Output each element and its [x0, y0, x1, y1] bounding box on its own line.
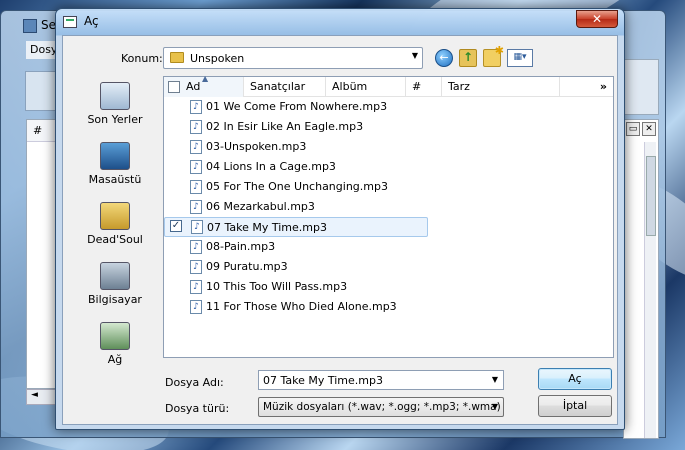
file-name: 01 We Come From Nowhere.mp3 — [206, 100, 388, 113]
file-type-value: Müzik dosyaları (*.wav; *.ogg; *.mp3; *.… — [263, 401, 501, 413]
chevron-down-icon[interactable]: ▼ — [492, 375, 498, 384]
file-name: 09 Puratu.mp3 — [206, 260, 288, 273]
music-file-icon: ♪ — [190, 200, 202, 214]
background-window-title: Se — [41, 18, 56, 32]
place-desktop[interactable]: Masaüstü — [71, 138, 159, 194]
more-columns-chevron-icon[interactable]: » — [560, 77, 613, 97]
computer-icon — [100, 262, 130, 290]
chevron-down-icon[interactable]: ▼ — [412, 51, 418, 60]
list-item[interactable]: ♪ 05 For The One Unchanging.mp3 — [188, 177, 608, 197]
select-all-checkbox[interactable] — [168, 81, 180, 93]
list-item[interactable]: ♪ 06 Mezarkabul.mp3 — [188, 197, 608, 217]
close-button[interactable]: ✕ — [576, 10, 618, 28]
file-type-label: Dosya türü: — [165, 402, 230, 415]
column-album[interactable]: Albüm — [326, 77, 406, 97]
column-name-label: Ad — [186, 80, 201, 93]
place-label: Son Yerler — [87, 113, 143, 126]
file-name: 03-Unspoken.mp3 — [206, 140, 307, 153]
look-in-label: Konum: — [121, 52, 163, 65]
pane-close-icon[interactable]: ✕ — [642, 122, 656, 136]
list-item[interactable]: ✓ ♪ 07 Take My Time.mp3 — [164, 217, 428, 237]
list-item[interactable]: ♪ 10 This Too Will Pass.mp3 — [188, 277, 608, 297]
column-artist[interactable]: Sanatçılar — [244, 77, 326, 97]
place-label: Ağ — [107, 353, 123, 366]
open-dialog: Aç ✕ Konum: Unspoken ▼ ← ↑ ▦▾ Son Yerler… — [55, 8, 625, 430]
column-number[interactable]: # — [406, 77, 442, 97]
list-item[interactable]: ♪ 03-Unspoken.mp3 — [188, 137, 608, 157]
list-item[interactable]: ♪ 08-Pain.mp3 — [188, 237, 608, 257]
place-network[interactable]: Ağ — [71, 318, 159, 374]
background-panel — [623, 59, 659, 115]
list-item[interactable]: ♪ 04 Lions In a Cage.mp3 — [188, 157, 608, 177]
file-type-select[interactable]: Müzik dosyaları (*.wav; *.ogg; *.mp3; *.… — [258, 397, 504, 417]
file-name: 05 For The One Unchanging.mp3 — [206, 180, 388, 193]
folder-icon — [170, 52, 184, 63]
place-computer[interactable]: Bilgisayar — [71, 258, 159, 314]
file-name: 04 Lions In a Cage.mp3 — [206, 160, 336, 173]
file-name: 06 Mezarkabul.mp3 — [206, 200, 315, 213]
background-toolbar-button[interactable] — [25, 71, 59, 111]
dialog-body: Konum: Unspoken ▼ ← ↑ ▦▾ Son Yerler Masa… — [62, 35, 618, 425]
network-icon — [100, 322, 130, 350]
music-file-icon: ♪ — [190, 240, 202, 254]
music-file-icon: ♪ — [190, 260, 202, 274]
list-item[interactable]: ♪ 11 For Those Who Died Alone.mp3 — [188, 297, 608, 317]
file-list[interactable]: ▲ Ad Sanatçılar Albüm # Tarz » ♪ 01 We Co… — [163, 74, 614, 358]
file-name: 10 This Too Will Pass.mp3 — [206, 280, 348, 293]
file-name: 07 Take My Time.mp3 — [207, 221, 327, 234]
back-icon[interactable]: ← — [435, 49, 453, 67]
file-name: 02 In Esir Like An Eagle.mp3 — [206, 120, 364, 133]
background-vscroll[interactable] — [644, 142, 656, 438]
background-right-pane[interactable]: ▭ ✕ — [623, 119, 659, 439]
file-name-value: 07 Take My Time.mp3 — [263, 374, 383, 387]
file-name: 08-Pain.mp3 — [206, 240, 276, 253]
user-folder-icon — [100, 202, 130, 230]
open-button[interactable]: Aç — [538, 368, 612, 390]
music-file-icon: ♪ — [190, 280, 202, 294]
view-menu-icon[interactable]: ▦▾ — [507, 49, 533, 67]
place-label: Dead'Soul — [87, 233, 143, 246]
music-file-icon: ♪ — [191, 220, 203, 234]
look-in-value: Unspoken — [190, 52, 245, 65]
list-item[interactable]: ♪ 01 We Come From Nowhere.mp3 — [188, 97, 608, 117]
place-recent[interactable]: Son Yerler — [71, 78, 159, 134]
file-name-input[interactable]: 07 Take My Time.mp3 ▼ — [258, 370, 504, 390]
file-name: 11 For Those Who Died Alone.mp3 — [206, 300, 397, 313]
chevron-down-icon: ▼ — [491, 402, 498, 411]
music-file-icon: ♪ — [190, 300, 202, 314]
cancel-button[interactable]: İptal — [538, 395, 612, 417]
music-file-icon: ♪ — [190, 180, 202, 194]
sort-ascending-icon: ▲ — [202, 74, 209, 83]
dialog-title: Aç — [84, 14, 99, 28]
file-name-label: Dosya Adı: — [165, 376, 224, 389]
app-icon — [23, 19, 37, 33]
dialog-icon — [63, 16, 77, 28]
desktop-icon — [100, 142, 130, 170]
music-file-icon: ♪ — [190, 100, 202, 114]
music-file-icon: ♪ — [190, 140, 202, 154]
music-file-icon: ♪ — [190, 120, 202, 134]
place-user[interactable]: Dead'Soul — [71, 198, 159, 254]
scroll-thumb[interactable] — [646, 156, 656, 236]
list-item[interactable]: ♪ 02 In Esir Like An Eagle.mp3 — [188, 117, 608, 137]
recent-places-icon — [100, 82, 130, 110]
list-item[interactable]: ♪ 09 Puratu.mp3 — [188, 257, 608, 277]
place-label: Masaüstü — [88, 173, 142, 186]
pane-restore-icon[interactable]: ▭ — [626, 122, 640, 136]
row-checkbox[interactable]: ✓ — [170, 220, 182, 232]
column-name[interactable]: ▲ Ad — [164, 74, 244, 97]
music-file-icon: ♪ — [190, 160, 202, 174]
place-label: Bilgisayar — [88, 293, 142, 306]
places-bar: Son Yerler Masaüstü Dead'Soul Bilgisayar… — [71, 78, 159, 368]
look-in-combo[interactable]: Unspoken ▼ — [163, 47, 423, 69]
column-genre[interactable]: Tarz — [442, 77, 560, 97]
new-folder-icon[interactable] — [483, 44, 504, 67]
column-header: ▲ Ad Sanatçılar Albüm # Tarz » — [164, 74, 613, 97]
up-folder-icon[interactable]: ↑ — [459, 49, 477, 67]
file-rows: ♪ 01 We Come From Nowhere.mp3 ♪ 02 In Esir … — [164, 97, 608, 317]
